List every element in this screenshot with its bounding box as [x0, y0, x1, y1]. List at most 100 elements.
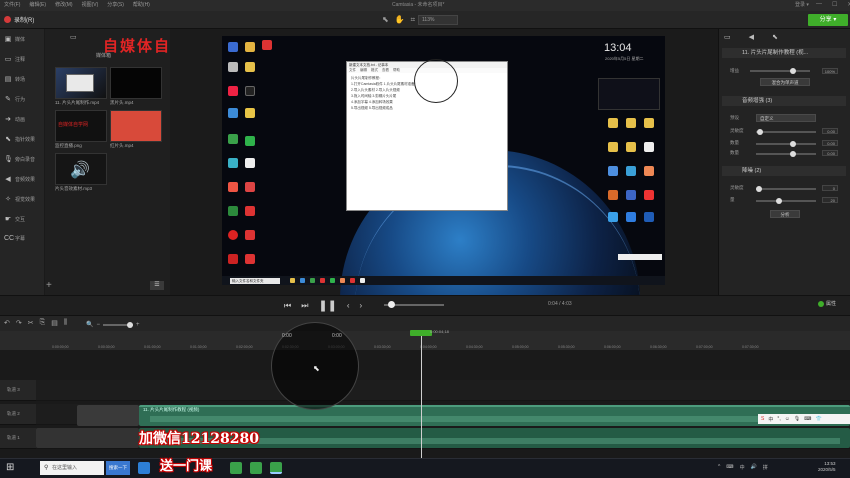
camtasia-taskbar-icon[interactable]: [230, 462, 242, 474]
preset-select[interactable]: 自定义: [756, 114, 816, 122]
media-thumbnail[interactable]: [110, 110, 162, 142]
undo-icon[interactable]: ↶: [4, 319, 10, 327]
amount-value[interactable]: 0.00: [822, 140, 838, 146]
tray-volume-icon[interactable]: 🔊: [751, 464, 757, 471]
level-knob[interactable]: [790, 151, 796, 157]
media-thumbnail[interactable]: 自媒体自学网: [55, 110, 107, 142]
pointer-icon[interactable]: ⬉: [382, 15, 389, 25]
taskbar-search-input[interactable]: 在这里输入: [40, 461, 104, 475]
sogou-icon[interactable]: S: [761, 416, 764, 422]
tray-expand-icon[interactable]: ^: [718, 464, 720, 471]
share-button[interactable]: 分享 ▾: [808, 14, 848, 26]
next-icon[interactable]: ›: [360, 301, 363, 310]
ime-skin-icon[interactable]: 👕: [815, 416, 821, 422]
sidebar-item-annotations[interactable]: ▭ 注释: [4, 55, 25, 63]
pan-icon[interactable]: ✋: [395, 15, 405, 25]
sidebar-item-visual-effects[interactable]: ✧ 视觉效果: [4, 195, 35, 203]
sensitivity-slider[interactable]: [756, 131, 816, 133]
clip-properties-header[interactable]: 11. 片头片尾制作教程 (视...: [722, 48, 846, 58]
media-thumbnail[interactable]: [110, 67, 162, 99]
sidebar-item-animations[interactable]: ➜ 动画: [4, 115, 25, 123]
timeline-clip[interactable]: [36, 428, 139, 448]
amount-slider[interactable]: [756, 143, 816, 145]
pause-icon[interactable]: ❚❚: [318, 299, 336, 312]
media-thumbnail[interactable]: 🔊: [55, 153, 107, 185]
tray-keyboard-icon[interactable]: ⌨: [726, 464, 733, 471]
windows-start-icon[interactable]: ⊞: [6, 462, 14, 473]
noise-sensitivity-knob[interactable]: [756, 186, 762, 192]
ime-emoji-icon[interactable]: ☺: [785, 416, 790, 422]
analyze-button[interactable]: 分析: [770, 210, 800, 218]
zoom-plus-icon[interactable]: +: [136, 322, 140, 328]
audio-enhance-header[interactable]: 音频增强 (3): [722, 96, 846, 106]
audio-props-icon[interactable]: ◀: [749, 33, 754, 41]
copy-icon[interactable]: ⎘: [40, 319, 46, 327]
record-button[interactable]: 录制(R): [4, 15, 34, 24]
noise-amount-value[interactable]: 20: [822, 197, 838, 203]
redo-icon[interactable]: ↷: [16, 319, 22, 327]
sidebar-item-interactivity[interactable]: ☛ 交互: [4, 215, 25, 223]
sidebar-item-media[interactable]: ▣ 媒体: [4, 35, 25, 43]
ime-punct-icon[interactable]: °,: [777, 416, 780, 422]
paste-icon[interactable]: ▤: [51, 319, 58, 327]
view-toggle-icon[interactable]: ☰: [150, 281, 164, 290]
sidebar-item-transitions[interactable]: ▤ 转场: [4, 75, 25, 83]
noise-removal-header[interactable]: 降噪 (2): [722, 166, 846, 176]
zoom-minus-icon[interactable]: −: [96, 322, 100, 328]
crop-icon[interactable]: ⌗: [411, 15, 416, 25]
mix-mono-button[interactable]: 混合为单声道: [760, 78, 810, 86]
taskbar-search-button[interactable]: 搜索一下: [106, 461, 130, 475]
cursor-props-icon[interactable]: ⬉: [772, 33, 778, 41]
volume-value[interactable]: 100%: [822, 68, 838, 74]
bin-tab-icon[interactable]: ▭: [70, 33, 77, 41]
timeline-clip[interactable]: [77, 405, 139, 426]
sidebar-item-behaviors[interactable]: ✎ 行为: [4, 95, 25, 103]
tray-ime-icon[interactable]: 拼: [763, 464, 768, 471]
track-header[interactable]: 轨道 1: [0, 428, 36, 449]
visual-props-icon[interactable]: ▭: [724, 33, 731, 41]
zoom-select[interactable]: 113%: [418, 15, 458, 25]
scrub-knob[interactable]: [388, 301, 395, 308]
camtasia-taskbar-icon[interactable]: [250, 462, 262, 474]
volume-slider-knob[interactable]: [790, 68, 796, 74]
noise-amount-knob[interactable]: [776, 198, 782, 204]
media-thumbnail[interactable]: [55, 67, 107, 99]
rewind-icon[interactable]: ⏮: [284, 301, 291, 311]
camtasia-taskbar-icon[interactable]: [270, 462, 282, 474]
track-header[interactable]: 轨道 3: [0, 380, 36, 401]
step-forward-icon[interactable]: ⏭: [301, 301, 308, 311]
noise-sensitivity-value[interactable]: 0: [822, 185, 838, 191]
minimize-icon[interactable]: —: [816, 1, 822, 8]
menu-view[interactable]: 视图(V): [82, 1, 99, 8]
sidebar-item-cursor-effects[interactable]: ⬉ 指针效果: [4, 135, 35, 143]
split-icon[interactable]: ⫼: [64, 319, 67, 327]
sidebar-item-voice-narration[interactable]: 🎙 旁白录音: [4, 155, 35, 163]
level-slider[interactable]: [756, 153, 816, 155]
amount-knob[interactable]: [790, 141, 796, 147]
menu-share[interactable]: 分享(S): [107, 1, 124, 8]
volume-slider[interactable]: [750, 70, 810, 72]
menu-edit[interactable]: 编辑(E): [29, 1, 46, 8]
menu-file[interactable]: 文件(F): [4, 1, 20, 8]
prev-icon[interactable]: ‹: [347, 301, 350, 310]
sensitivity-knob[interactable]: [757, 129, 763, 135]
cut-icon[interactable]: ✂: [28, 319, 34, 327]
maximize-icon[interactable]: ☐: [832, 1, 837, 8]
ime-keyboard-icon[interactable]: ⌨: [804, 416, 811, 422]
playhead-line[interactable]: [421, 336, 422, 458]
level-value[interactable]: 0.00: [822, 150, 838, 156]
tray-lang-icon[interactable]: 中: [740, 464, 745, 471]
zoom-slider-knob[interactable]: [127, 321, 133, 328]
taskbar-clock[interactable]: 13:53 2020/5/5: [818, 461, 836, 473]
track-lane[interactable]: [36, 380, 850, 401]
track-header[interactable]: 轨道 2: [0, 404, 36, 425]
sensitivity-value[interactable]: 0.00: [822, 128, 838, 134]
taskbar-app-icon[interactable]: [138, 462, 150, 474]
properties-button[interactable]: 属性: [818, 300, 836, 307]
menu-help[interactable]: 帮助(H): [133, 1, 150, 8]
add-media-icon[interactable]: +: [46, 280, 52, 291]
sidebar-item-audio-effects[interactable]: ◀ 音频效果: [4, 175, 35, 183]
menu-modify[interactable]: 修改(M): [55, 1, 73, 8]
noise-amount-slider[interactable]: [756, 200, 816, 202]
ime-lang-icon[interactable]: 中: [768, 416, 773, 423]
